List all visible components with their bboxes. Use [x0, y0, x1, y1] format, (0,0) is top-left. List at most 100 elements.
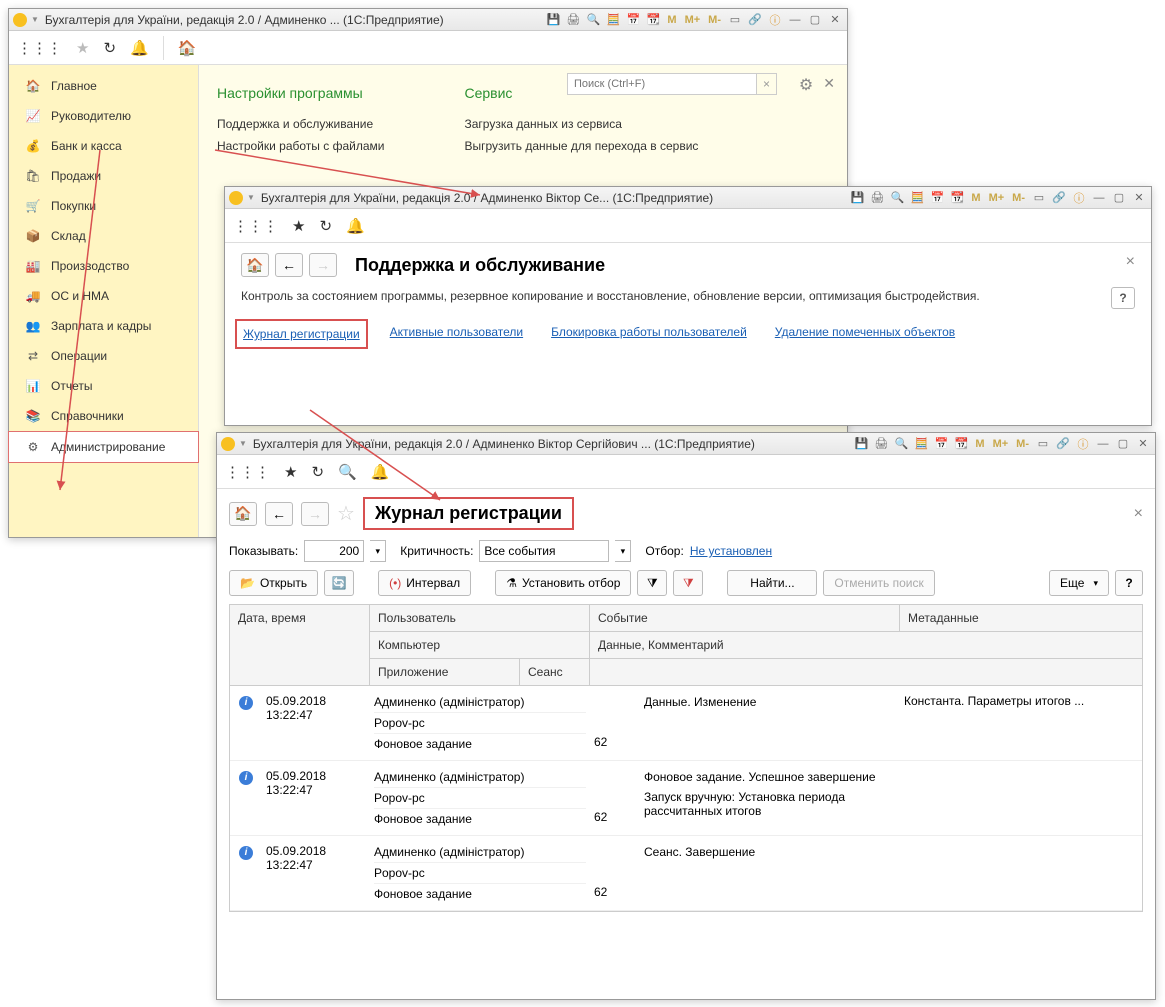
filter-clear-button[interactable]: ⧩ — [673, 570, 703, 596]
favorite-star-icon[interactable]: ☆ — [337, 501, 355, 526]
link-icon[interactable]: 🔗 — [1051, 190, 1067, 206]
settings-gear-icon[interactable]: ⚙ — [799, 75, 813, 95]
sidebar-item-purchases[interactable]: 🛒Покупки — [9, 191, 198, 221]
save-icon[interactable]: 💾 — [853, 436, 869, 452]
sidebar-item-admin[interactable]: ⚙Администрирование — [8, 431, 199, 463]
help-button[interactable]: ? — [1111, 287, 1135, 309]
criticality-select[interactable] — [479, 540, 609, 562]
search-icon[interactable]: 🔍 — [893, 436, 909, 452]
col-computer[interactable]: Компьютер — [370, 632, 590, 658]
col-app[interactable]: Приложение — [370, 659, 520, 685]
link-block-users[interactable]: Блокировка работы пользователей — [551, 325, 747, 343]
criticality-dropdown[interactable]: ▾ — [615, 540, 631, 562]
col-data[interactable]: Данные, Комментарий — [590, 632, 1142, 658]
cancel-find-button[interactable]: Отменить поиск — [823, 570, 934, 596]
close-icon[interactable]: ✕ — [1135, 436, 1151, 452]
search-input[interactable] — [567, 73, 757, 95]
chevron-down-icon[interactable]: ▼ — [31, 15, 39, 24]
sidebar-item-production[interactable]: 🏭Производство — [9, 251, 198, 281]
calendar-icon[interactable]: 📅 — [929, 190, 945, 206]
filter-link[interactable]: Не установлен — [690, 544, 772, 558]
print-icon[interactable]: 🖨 — [565, 12, 581, 28]
info-icon[interactable]: ⓘ — [1075, 436, 1091, 452]
link-load-data[interactable]: Загрузка данных из сервиса — [464, 113, 698, 135]
col-event[interactable]: Событие — [590, 605, 900, 631]
star-icon[interactable]: ★ — [284, 463, 297, 481]
link-file-settings[interactable]: Настройки работы с файлами — [217, 135, 384, 157]
more-button[interactable]: Еще▾ — [1049, 570, 1109, 596]
interval-button[interactable]: (•)Интервал — [378, 570, 471, 596]
calc-icon[interactable]: 🧮 — [909, 190, 925, 206]
m-plus-icon[interactable]: M+ — [683, 14, 703, 26]
table-row[interactable]: i 05.09.201813:22:47 Админенко (адмініст… — [230, 686, 1142, 761]
panel-icon[interactable]: ▭ — [1035, 436, 1051, 452]
bell-icon[interactable]: 🔔 — [346, 217, 365, 235]
back-button[interactable]: ← — [265, 502, 293, 526]
save-icon[interactable]: 💾 — [849, 190, 865, 206]
m-minus-icon[interactable]: M- — [706, 14, 723, 26]
m-plus-icon[interactable]: M+ — [991, 438, 1011, 450]
open-button[interactable]: 📂Открыть — [229, 570, 318, 596]
set-filter-button[interactable]: ⚗Установить отбор — [495, 570, 631, 596]
calc-icon[interactable]: 🧮 — [605, 12, 621, 28]
sidebar-item-reports[interactable]: 📊Отчеты — [9, 371, 198, 401]
link-delete-marked[interactable]: Удаление помеченных объектов — [775, 325, 955, 343]
print-icon[interactable]: 🖨 — [869, 190, 885, 206]
table-row[interactable]: i 05.09.201813:22:47 Админенко (адмініст… — [230, 836, 1142, 911]
search-icon[interactable]: 🔍 — [889, 190, 905, 206]
close-icon[interactable]: ✕ — [1131, 190, 1147, 206]
m-plus-icon[interactable]: M+ — [987, 192, 1007, 204]
sidebar-item-manager[interactable]: 📈Руководителю — [9, 101, 198, 131]
calendar-icon[interactable]: 📅 — [625, 12, 641, 28]
maximize-icon[interactable]: ▢ — [807, 12, 823, 28]
panel-icon[interactable]: ▭ — [1031, 190, 1047, 206]
calendar-icon[interactable]: 📅 — [933, 436, 949, 452]
col-session[interactable]: Сеанс — [520, 659, 590, 685]
back-button[interactable]: ← — [275, 253, 303, 277]
clear-search-icon[interactable]: × — [757, 73, 777, 95]
link-icon[interactable]: 🔗 — [747, 12, 763, 28]
sidebar-item-sales[interactable]: 🛍Продажи — [9, 161, 198, 191]
close-panel-icon[interactable]: ✕ — [823, 75, 835, 95]
star-icon[interactable]: ★ — [76, 39, 89, 57]
minimize-icon[interactable]: — — [1095, 436, 1111, 452]
home-button[interactable]: 🏠 — [229, 502, 257, 526]
date-icon[interactable]: 📆 — [645, 12, 661, 28]
bell-icon[interactable]: 🔔 — [130, 39, 149, 57]
home-button[interactable]: 🏠 — [241, 253, 269, 277]
history-icon[interactable]: ↻ — [311, 463, 324, 481]
m-minus-icon[interactable]: M- — [1014, 438, 1031, 450]
show-count-input[interactable] — [304, 540, 364, 562]
panel-icon[interactable]: ▭ — [727, 12, 743, 28]
grid-body[interactable]: i 05.09.201813:22:47 Админенко (адмініст… — [230, 686, 1142, 911]
apps-icon[interactable]: ⋮⋮⋮ — [17, 39, 62, 57]
link-event-log[interactable]: Журнал регистрации — [241, 325, 362, 343]
refresh-button[interactable]: 🔄 — [324, 570, 354, 596]
sidebar-item-payroll[interactable]: 👥Зарплата и кадры — [9, 311, 198, 341]
sidebar-item-operations[interactable]: ⇄Операции — [9, 341, 198, 371]
help-button[interactable]: ? — [1115, 570, 1143, 596]
info-icon[interactable]: ⓘ — [767, 12, 783, 28]
close-page-icon[interactable]: × — [1134, 505, 1143, 523]
date-icon[interactable]: 📆 — [953, 436, 969, 452]
search-icon[interactable]: 🔍 — [338, 463, 357, 481]
maximize-icon[interactable]: ▢ — [1115, 436, 1131, 452]
chevron-down-icon[interactable]: ▼ — [239, 439, 247, 448]
info-icon[interactable]: ⓘ — [1071, 190, 1087, 206]
show-count-dropdown[interactable]: ▾ — [370, 540, 386, 562]
link-active-users[interactable]: Активные пользователи — [390, 325, 523, 343]
sidebar-item-assets[interactable]: 🚚ОС и НМА — [9, 281, 198, 311]
link-icon[interactable]: 🔗 — [1055, 436, 1071, 452]
table-row[interactable]: i 05.09.201813:22:47 Админенко (адмініст… — [230, 761, 1142, 836]
minimize-icon[interactable]: — — [787, 12, 803, 28]
sidebar-item-bank[interactable]: 💰Банк и касса — [9, 131, 198, 161]
col-meta[interactable]: Метаданные — [900, 605, 1142, 631]
save-icon[interactable]: 💾 — [545, 12, 561, 28]
close-icon[interactable]: ✕ — [827, 12, 843, 28]
sidebar-item-stock[interactable]: 📦Склад — [9, 221, 198, 251]
date-icon[interactable]: 📆 — [949, 190, 965, 206]
chevron-down-icon[interactable]: ▼ — [247, 193, 255, 202]
col-datetime[interactable]: Дата, время — [230, 605, 370, 685]
apps-icon[interactable]: ⋮⋮⋮ — [225, 463, 270, 481]
sidebar-item-catalogs[interactable]: 📚Справочники — [9, 401, 198, 431]
